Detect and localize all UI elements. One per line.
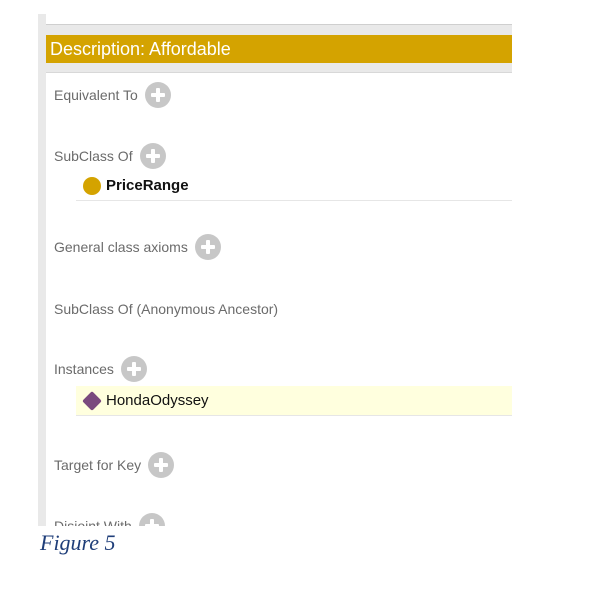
subclass-of-section: SubClass Of: [54, 143, 166, 169]
instances-section: Instances: [54, 356, 147, 382]
individual-icon: [82, 390, 102, 411]
individual-name: HondaOdyssey: [106, 392, 209, 409]
add-equivalent-to-button[interactable]: [144, 82, 171, 108]
subclass-of-label: SubClass Of: [54, 148, 133, 164]
target-for-key-label: Target for Key: [54, 457, 142, 473]
add-general-axiom-button[interactable]: [194, 234, 221, 260]
class-icon: [83, 176, 101, 195]
anonymous-ancestor-label: SubClass Of (Anonymous Ancestor): [54, 301, 279, 317]
panel-title: Description: Affordable: [46, 35, 512, 63]
add-subclass-of-button[interactable]: [139, 143, 166, 169]
general-class-axioms-section: General class axioms: [54, 234, 221, 260]
add-instance-button[interactable]: [120, 356, 147, 382]
equivalent-to-label: Equivalent To: [54, 87, 138, 103]
equivalent-to-section: Equivalent To: [54, 82, 171, 108]
add-target-for-key-button[interactable]: [148, 452, 175, 478]
class-name: PriceRange: [106, 177, 189, 194]
panel-content: Equivalent To SubClass Of PriceRange Gen…: [46, 72, 512, 526]
general-class-axioms-label: General class axioms: [54, 239, 188, 255]
previous-panel-edge: [46, 14, 512, 25]
target-for-key-section: Target for Key: [54, 452, 175, 478]
description-panel: Description: Affordable Equivalent To Su…: [38, 14, 512, 526]
add-disjoint-with-button[interactable]: [138, 513, 165, 526]
disjoint-with-label: Disjoint With: [54, 518, 132, 526]
list-item-priceRange[interactable]: PriceRange: [76, 171, 512, 201]
anonymous-ancestor-section: SubClass Of (Anonymous Ancestor): [54, 296, 278, 322]
list-item-hondaOdyssey[interactable]: HondaOdyssey: [76, 386, 512, 416]
instances-label: Instances: [54, 361, 114, 377]
disjoint-with-section: Disjoint With: [54, 513, 165, 526]
figure-caption: Figure 5: [40, 530, 116, 555]
